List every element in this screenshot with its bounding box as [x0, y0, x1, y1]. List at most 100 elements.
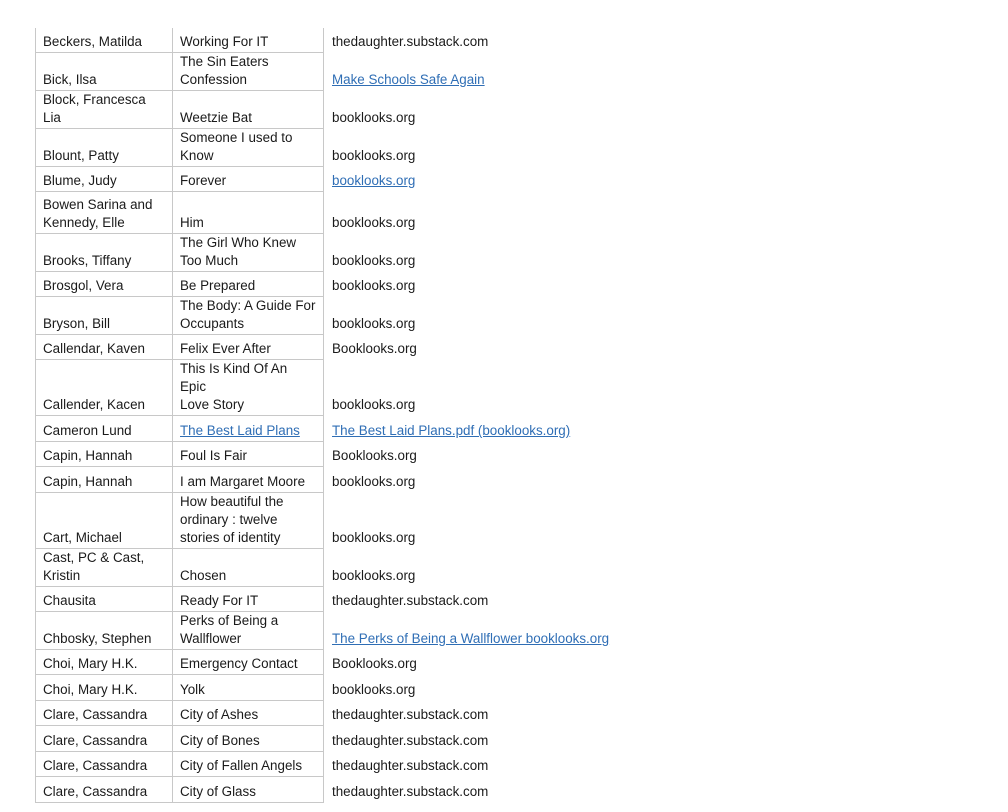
author-text: Cameron Lund [43, 422, 132, 438]
author-cell: Bryson, Bill [35, 295, 173, 335]
title-cell: Perks of Being a Wallflower [172, 610, 324, 650]
source-link[interactable]: Make Schools Safe Again [332, 72, 485, 87]
author-cell: Capin, Hannah [35, 440, 173, 467]
author-text: Cast, PC & Cast, Kristin [43, 549, 145, 583]
table-row: Clare, Cassandra City of Bones thedaughter… [35, 724, 744, 752]
title-cell: The Girl Who Knew Too Much [172, 232, 324, 272]
source-text: Booklooks.org [332, 656, 417, 671]
document-page: Beckers, Matilda Working For IT thedaughte… [0, 0, 1008, 812]
title-text: Foul Is Fair [180, 447, 247, 463]
author-text: Blount, Patty [43, 147, 119, 163]
author-cell: Blount, Patty [35, 127, 173, 167]
table-row: Callendar, Kaven Felix Ever After Booklook… [35, 333, 744, 360]
author-cell: Chbosky, Stephen [35, 610, 173, 650]
table-row: Callender, Kacen This Is Kind Of An Epic … [35, 358, 744, 416]
title-text: Forever [180, 172, 227, 188]
author-cell: Callendar, Kaven [35, 333, 173, 360]
source-cell: thedaughter.substack.com [323, 751, 744, 776]
author-cell: Capin, Hannah [35, 465, 173, 493]
source-cell: booklooks.org [323, 548, 744, 586]
title-cell: Him [172, 190, 324, 234]
author-text: Bick, Ilsa [43, 71, 97, 87]
table-row: Block, Francesca Lia Weetzie Bat booklooks… [35, 89, 744, 129]
source-cell: thedaughter.substack.com [323, 725, 744, 751]
table-row: Chausita Ready For IT thedaughter.substack… [35, 585, 744, 612]
author-cell: Bick, Ilsa [35, 51, 173, 91]
title-cell: Someone I used to Know [172, 127, 324, 167]
source-text: booklooks.org [332, 474, 416, 489]
table-row: Cast, PC & Cast, Kristin Chosen booklooks.… [35, 547, 744, 587]
title-cell: The Body: A Guide For Occupants [172, 295, 324, 335]
source-cell: booklooks.org [323, 674, 744, 700]
author-text: Brooks, Tiffany [43, 252, 132, 268]
table-row: Choi, Mary H.K. Yolk booklooks.org [35, 673, 744, 701]
table-row: Capin, Hannah I am Margaret Moore booklook… [35, 465, 744, 493]
author-cell: Brosgol, Vera [35, 270, 173, 297]
author-text: Clare, Cassandra [43, 706, 148, 722]
source-cell: booklooks.org [323, 128, 744, 166]
title-text: Felix Ever After [180, 340, 271, 356]
book-table-body: Beckers, Matilda Working For IT thedaughte… [35, 28, 744, 803]
author-text: Chausita [43, 592, 96, 608]
author-text: Choi, Mary H.K. [43, 681, 138, 697]
title-text: City of Fallen Angels [180, 757, 303, 773]
source-cell: booklooks.org [323, 191, 744, 233]
source-cell: The Best Laid Plans.pdf (booklooks.org) [323, 415, 744, 441]
author-text: Clare, Cassandra [43, 732, 148, 748]
source-text: thedaughter.substack.com [332, 733, 489, 748]
title-cell: City of Ashes [172, 699, 324, 726]
source-text: booklooks.org [332, 215, 416, 230]
source-cell: booklooks.org [323, 296, 744, 334]
table-row: Bick, Ilsa The Sin Eaters Confession Make … [35, 51, 744, 91]
source-link[interactable]: booklooks.org [332, 173, 415, 188]
author-cell: Beckers, Matilda [35, 28, 173, 53]
title-text: Chosen [180, 567, 227, 583]
title-cell: Ready For IT [172, 585, 324, 612]
author-cell: Callender, Kacen [35, 358, 173, 416]
title-text: City of Glass [180, 783, 256, 799]
author-cell: Chausita [35, 585, 173, 612]
source-cell: thedaughter.substack.com [323, 586, 744, 611]
source-cell: booklooks.org [323, 271, 744, 296]
source-cell: The Perks of Being a Wallflower booklook… [323, 611, 744, 649]
author-text: Callender, Kacen [43, 396, 145, 412]
author-cell: Choi, Mary H.K. [35, 673, 173, 701]
title-text: Ready For IT [180, 592, 259, 608]
source-text: booklooks.org [332, 278, 416, 293]
table-row: Beckers, Matilda Working For IT thedaughte… [35, 28, 744, 53]
title-cell: City of Glass [172, 775, 324, 803]
source-cell: Booklooks.org [323, 649, 744, 674]
title-cell: I am Margaret Moore [172, 465, 324, 493]
source-text: thedaughter.substack.com [332, 707, 489, 722]
title-text: Someone I used to Know [180, 129, 293, 163]
title-link[interactable]: The Best Laid Plans [180, 423, 300, 438]
source-link[interactable]: The Best Laid Plans.pdf (booklooks.org) [332, 423, 570, 438]
table-row: Bryson, Bill The Body: A Guide For Occupa… [35, 295, 744, 335]
title-cell: Working For IT [172, 28, 324, 53]
title-text: City of Ashes [180, 706, 259, 722]
author-text: Clare, Cassandra [43, 757, 148, 773]
author-text: Bryson, Bill [43, 315, 110, 331]
author-text: Blume, Judy [43, 172, 117, 188]
author-cell: Clare, Cassandra [35, 699, 173, 726]
source-text: booklooks.org [332, 316, 416, 331]
table-row: Cart, Michael How beautiful the ordinary … [35, 491, 744, 549]
title-cell: This Is Kind Of An Epic Love Story [172, 358, 324, 416]
source-link[interactable]: The Perks of Being a Wallflower booklook… [332, 631, 609, 646]
title-text: Emergency Contact [180, 655, 298, 671]
table-row: Capin, Hannah Foul Is Fair Booklooks.org [35, 440, 744, 467]
source-text: booklooks.org [332, 253, 416, 268]
title-cell: The Sin Eaters Confession [172, 51, 324, 91]
author-cell: Cameron Lund [35, 414, 173, 442]
title-text: City of Bones [180, 732, 260, 748]
title-cell: Weetzie Bat [172, 89, 324, 129]
source-text: Booklooks.org [332, 341, 417, 356]
title-text: The Girl Who Knew Too Much [180, 234, 297, 268]
table-row: Choi, Mary H.K. Emergency Contact Booklook… [35, 648, 744, 675]
author-text: Chbosky, Stephen [43, 630, 152, 646]
author-text: Capin, Hannah [43, 473, 133, 489]
title-cell: The Best Laid Plans [172, 414, 324, 442]
table-row: Clare, Cassandra City of Fallen Angels the… [35, 750, 744, 777]
author-text: Bowen Sarina and Kennedy, Elle [43, 196, 153, 230]
author-cell: Bowen Sarina and Kennedy, Elle [35, 190, 173, 234]
